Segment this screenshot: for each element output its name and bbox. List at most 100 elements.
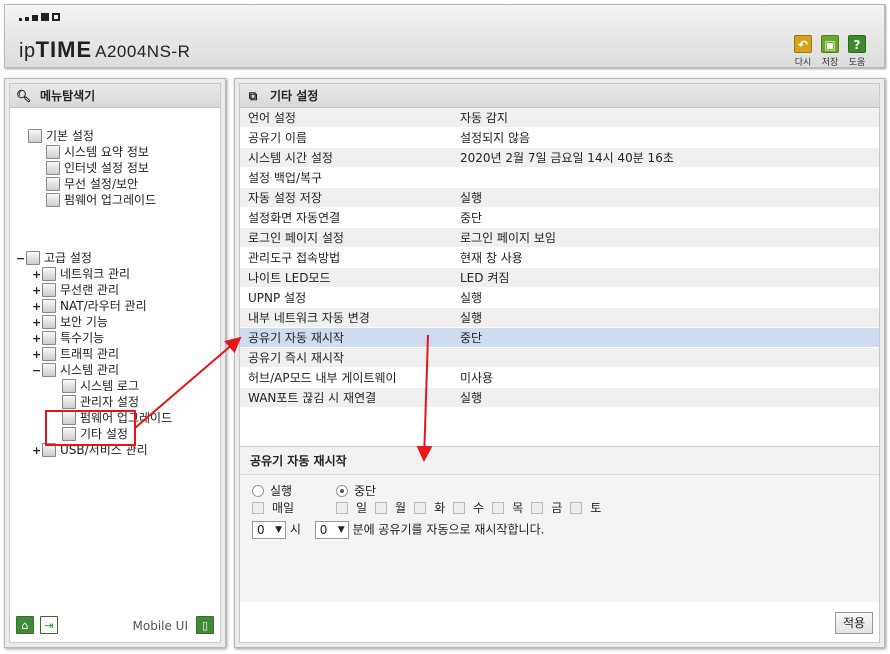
settings-row[interactable]: 언어 설정 자동 감지 (240, 108, 879, 128)
settings-row[interactable]: 내부 네트워크 자동 변경 실행 (240, 308, 879, 328)
tree-item-wireless-security[interactable]: 무선 설정/보안 (46, 176, 138, 192)
settings-row-value: 중단 (460, 211, 483, 225)
exit-icon: ⇥ (44, 619, 54, 632)
radio-stop-indicator[interactable] (336, 485, 348, 497)
checkbox-day-box[interactable] (375, 502, 388, 514)
settings-row-key: 언어 설정 (248, 111, 296, 125)
mobile-ui-button[interactable]: ▯ (196, 616, 214, 634)
logo-dots (19, 13, 60, 21)
settings-row[interactable]: 관리도구 접속방법 현재 창 사용 (240, 248, 879, 268)
usb-icon (42, 443, 56, 457)
apply-button[interactable]: 적용 (835, 612, 873, 634)
tree-item-firmware-upgrade[interactable]: 펌웨어 업그레이드 (46, 192, 156, 208)
wireless-icon (42, 283, 56, 297)
settings-row[interactable]: 나이트 LED모드 LED 켜짐 (240, 268, 879, 288)
tree-item-system-management[interactable]: − 시스템 관리 (32, 362, 119, 378)
tree-item-special[interactable]: + 특수기능 (32, 330, 104, 346)
settings-row[interactable]: WAN포트 끊김 시 재연결 실행 (240, 388, 879, 408)
tree-item-usb-service[interactable]: + USB/서비스 관리 (32, 442, 148, 458)
settings-row[interactable]: 설정화면 자동연결 중단 (240, 208, 879, 228)
checkbox-day[interactable]: 토 (570, 501, 601, 515)
special-icon (42, 331, 56, 345)
settings-row-key: 나이트 LED모드 (248, 271, 331, 285)
checkbox-day-box[interactable] (492, 502, 505, 514)
tree-item-system-log[interactable]: 시스템 로그 (62, 378, 139, 394)
tree-item-misc-settings[interactable]: 기타 설정 (62, 426, 128, 442)
checkbox-day-box[interactable] (414, 502, 427, 514)
checkbox-day-box[interactable] (336, 502, 348, 514)
settings-row[interactable]: 시스템 시간 설정 2020년 2월 7일 금요일 14시 40분 16초 (240, 148, 879, 168)
menu-explorer-title: 🔍︎ 메뉴탐색기 (10, 84, 220, 108)
tree-item-traffic[interactable]: + 트래픽 관리 (32, 346, 119, 362)
tree-item-admin-settings[interactable]: 관리자 설정 (62, 394, 139, 410)
menu-explorer-panel: 🔍︎ 메뉴탐색기 기본 설정 시스템 요약 정보 인터넷 설정 정보 무선 설정… (4, 78, 226, 648)
mobile-ui-link[interactable]: Mobile UI (133, 619, 189, 633)
tree-item-wireless-lan[interactable]: + 무선랜 관리 (32, 282, 119, 298)
settings-row[interactable]: UPNP 설정 실행 (240, 288, 879, 308)
settings-row[interactable]: 허브/AP모드 내부 게이트웨이 미사용 (240, 368, 879, 388)
checkbox-day[interactable]: 금 (531, 501, 562, 515)
checkbox-day-box[interactable] (570, 502, 583, 514)
logout-button[interactable]: ⇥ (40, 616, 58, 634)
checkbox-day[interactable]: 일 (336, 501, 367, 515)
settings-row-value: 현재 창 사용 (460, 251, 523, 265)
settings-row-value: 로그인 페이지 보임 (460, 231, 556, 245)
settings-row[interactable]: 공유기 자동 재시작 중단 (240, 328, 879, 348)
chart-icon (42, 363, 56, 377)
radio-stop[interactable]: 중단 (336, 483, 376, 499)
save-button[interactable]: ▣ 저장 (818, 35, 842, 68)
checkbox-day[interactable]: 목 (492, 501, 523, 515)
settings-row-key: 시스템 시간 설정 (248, 151, 333, 165)
settings-row[interactable]: 로그인 페이지 설정 로그인 페이지 보임 (240, 228, 879, 248)
settings-row-value: LED 켜짐 (460, 271, 510, 285)
settings-row[interactable]: 공유기 즉시 재시작 (240, 348, 879, 368)
settings-row-value: 실행 (460, 311, 483, 325)
tree-basic-settings[interactable]: 기본 설정 (28, 128, 94, 144)
page-title: 기타 설정 (270, 89, 319, 103)
settings-row[interactable]: 공유기 이름 설정되지 않음 (240, 128, 879, 148)
settings-row-key: 내부 네트워크 자동 변경 (248, 311, 370, 325)
checkbox-day-box[interactable] (531, 502, 544, 514)
undo-icon: ↶ (794, 35, 812, 53)
tree-item-system-summary[interactable]: 시스템 요약 정보 (46, 144, 149, 160)
settings-row-key: 공유기 즉시 재시작 (248, 351, 344, 365)
tree-item-security[interactable]: + 보안 기능 (32, 314, 108, 330)
tree-item-firmware[interactable]: 펌웨어 업그레이드 (62, 410, 172, 426)
minute-select[interactable]: 0 (314, 521, 349, 539)
home-button[interactable]: ⌂ (16, 616, 34, 634)
days-checkboxes: 일 월화수목 금 토 (336, 500, 609, 516)
undo-button[interactable]: ↶ 다시 (791, 35, 815, 68)
checkbox-day-label: 토 (590, 501, 602, 515)
tree-advanced-settings[interactable]: − 고급 설정 (16, 250, 92, 266)
radio-run-indicator[interactable] (252, 485, 264, 497)
router-icon (42, 299, 56, 313)
settings-row-value (460, 168, 879, 187)
header-bar: ipTIME A2004NS-R ↶ 다시 ▣ 저장 ? 도움 (4, 4, 885, 68)
settings-row-value: 설정되지 않음 (460, 131, 531, 145)
checkbox-day[interactable]: 수 (453, 501, 484, 515)
checkbox-day-label: 금 (551, 501, 563, 515)
settings-row[interactable]: 설정 백업/복구 (240, 168, 879, 188)
checkbox-day[interactable]: 월 (375, 501, 406, 515)
auto-restart-title: 공유기 자동 재시작 (240, 447, 879, 475)
hour-select[interactable]: 0 (252, 521, 286, 539)
network-icon (42, 267, 56, 281)
settings-row-key: 관리도구 접속방법 (248, 251, 341, 265)
checkbox-day-label: 월 (395, 501, 407, 515)
window-icon: ⧉ (248, 88, 258, 103)
radio-run[interactable]: 실행 (252, 483, 292, 499)
settings-row-value: 실행 (460, 391, 483, 405)
tree-item-network[interactable]: + 네트워크 관리 (32, 266, 130, 282)
settings-row[interactable]: 자동 설정 저장 실행 (240, 188, 879, 208)
settings-row-key: 허브/AP모드 내부 게이트웨이 (248, 371, 397, 385)
page-icon (62, 379, 76, 393)
save-icon: ▣ (821, 35, 839, 53)
chart-icon (46, 145, 60, 159)
help-button[interactable]: ? 도움 (845, 35, 869, 68)
checkbox-daily[interactable]: 매일 (252, 500, 294, 516)
checkbox-day-box[interactable] (453, 502, 466, 514)
tree-item-internet-info[interactable]: 인터넷 설정 정보 (46, 160, 149, 176)
settings-row-key: UPNP 설정 (248, 291, 307, 305)
tree-item-nat-router[interactable]: + NAT/라우터 관리 (32, 298, 147, 314)
checkbox-day[interactable]: 화 (414, 501, 445, 515)
